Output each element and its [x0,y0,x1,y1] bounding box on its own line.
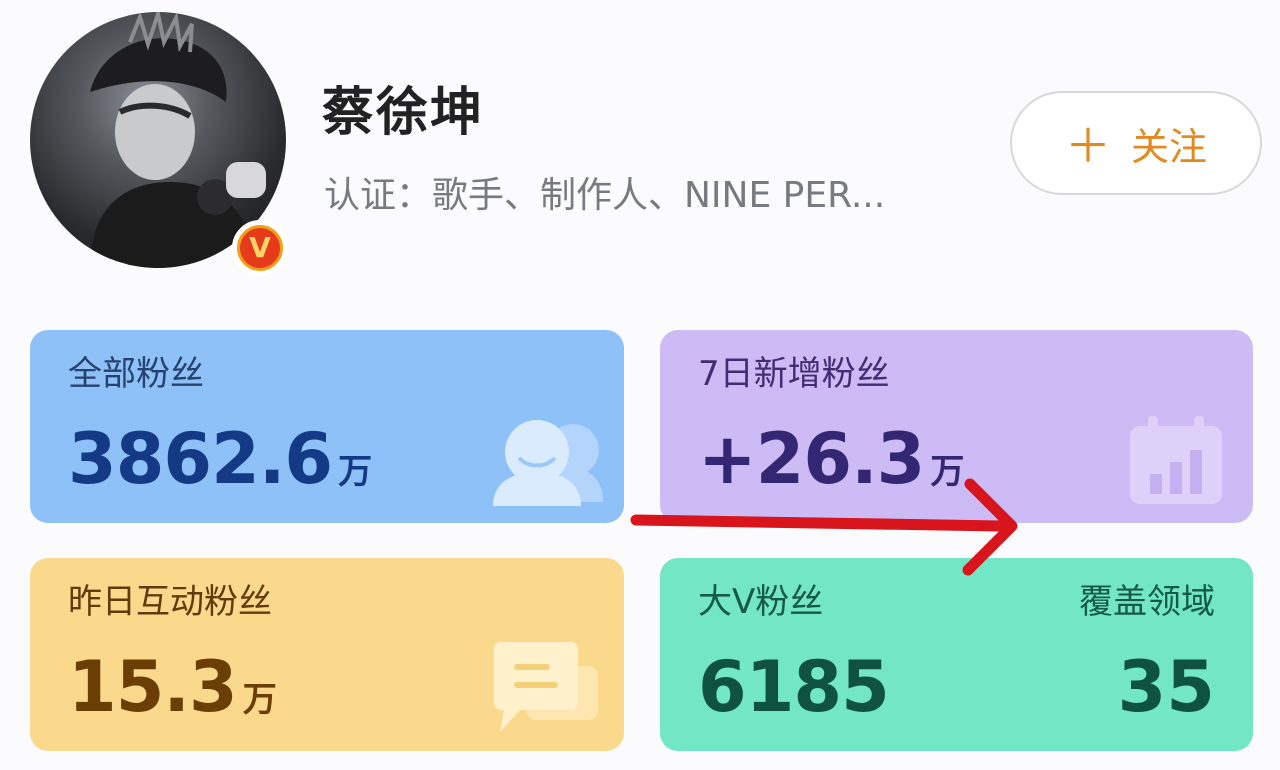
verified-v-icon: V [240,228,280,268]
plus-icon: ＋ [1064,119,1111,173]
big-v-fans-label: 大V粉丝 [698,582,824,622]
verified-badge: V [232,220,288,276]
calendar-chart-icon [1130,416,1222,504]
all-fans-card[interactable]: 全部粉丝 3862.6 万 [30,330,624,523]
coverage-domains-value: 35 [1117,646,1215,728]
follow-label: 关注 [1130,124,1207,169]
new-fans-7d-value: +26.3 万 [698,418,964,500]
new-fans-7d-card[interactable]: 7日新增粉丝 +26.3 万 [660,330,1253,523]
big-v-fans-card[interactable]: 大V粉丝 6185 覆盖领域 35 [660,558,1253,751]
interactive-fans-value: 15.3 万 [68,646,277,728]
all-fans-value: 3862.6 万 [68,418,372,500]
coverage-domains-label: 覆盖领域 [1079,582,1215,622]
profile-certification: 认证：歌手、制作人、NINE PER... [324,175,886,216]
big-v-fans-value: 6185 [698,646,890,728]
profile-name: 蔡徐坤 [322,83,485,143]
all-fans-label: 全部粉丝 [68,354,204,394]
follow-button[interactable]: ＋ 关注 [1010,91,1262,195]
interactive-fans-card[interactable]: 昨日互动粉丝 15.3 万 [30,558,624,751]
interactive-fans-label: 昨日互动粉丝 [68,582,272,622]
chat-bubble-icon [494,642,598,732]
fans-avatar-icon [493,420,603,506]
new-fans-7d-label: 7日新增粉丝 [698,354,890,394]
